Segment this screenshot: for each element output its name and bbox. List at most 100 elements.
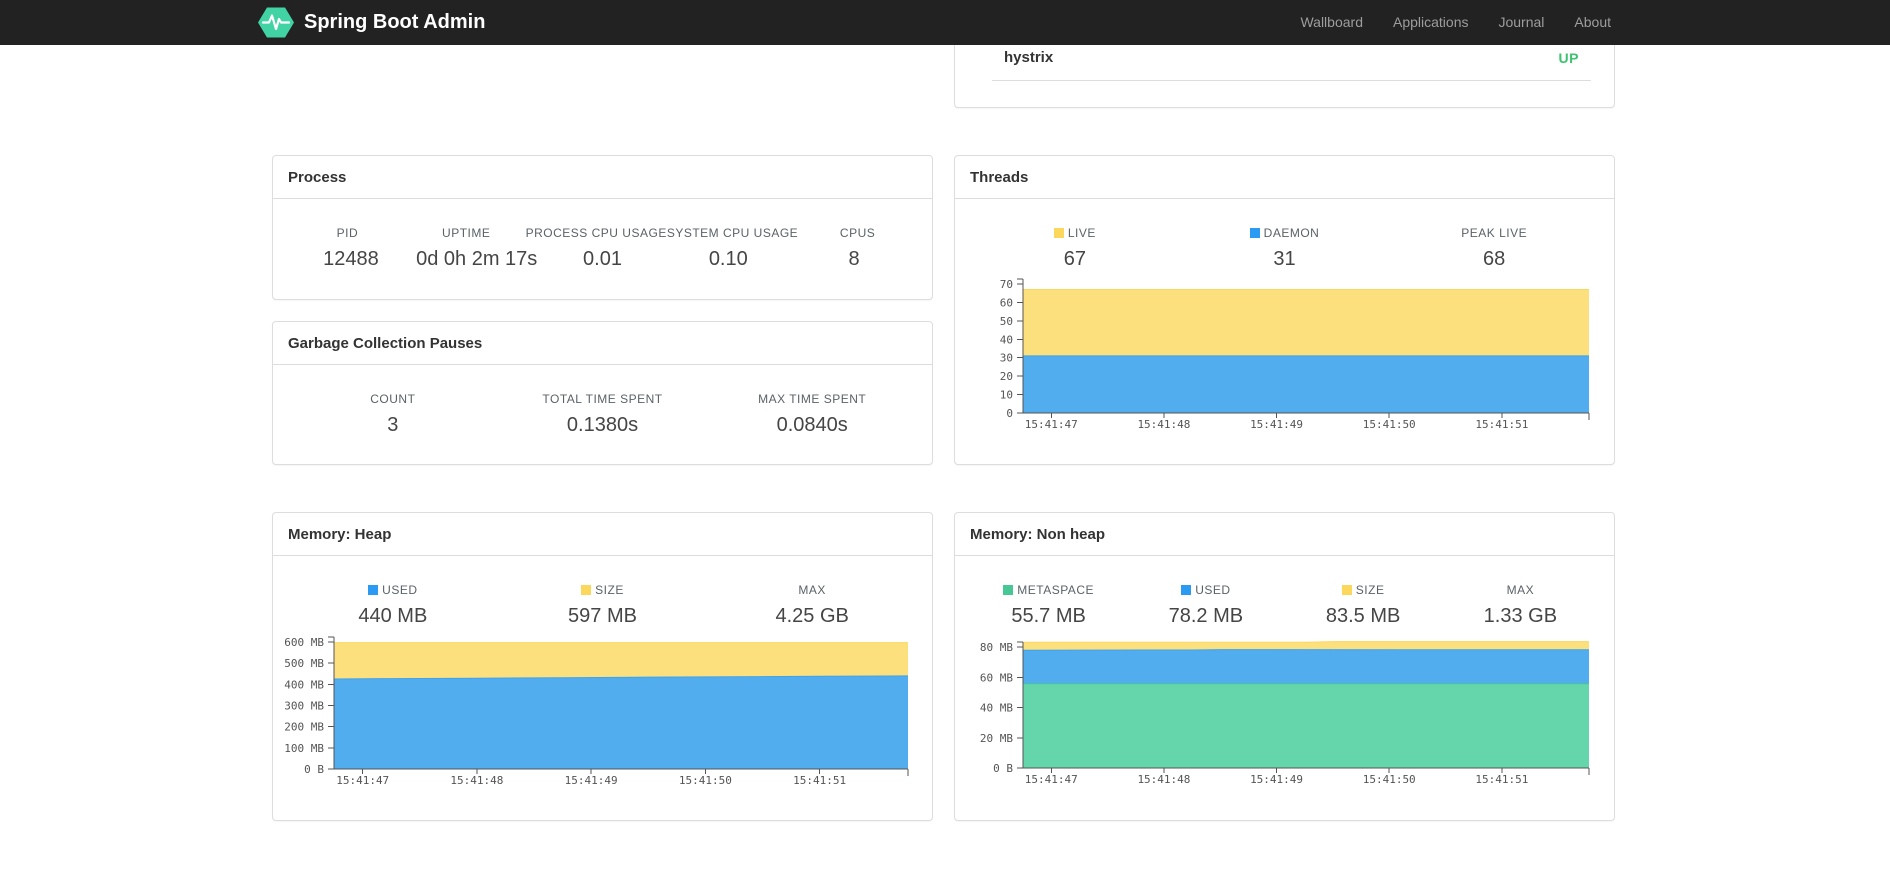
svg-text:15:41:51: 15:41:51 xyxy=(1475,773,1528,786)
metric-label-process-cpu: PROCESS CPU USAGE xyxy=(525,226,667,240)
svg-text:15:41:49: 15:41:49 xyxy=(565,774,618,787)
metaspace-swatch xyxy=(1003,585,1014,595)
metric-value-gc-count: 3 xyxy=(387,414,399,436)
status-badge: UP xyxy=(1558,49,1579,66)
metric-value-uptime: 0d 0h 2m 17s xyxy=(416,248,538,270)
legend-heap-max: MAX xyxy=(798,583,826,597)
spring-boot-admin-page: Spring Boot Admin Wallboard Applications… xyxy=(0,0,1890,892)
process-values: 12488 0d 0h 2m 17s 0.01 0.10 8 xyxy=(288,248,917,271)
brand[interactable]: Spring Boot Admin xyxy=(258,0,485,45)
gc-values: 3 0.1380s 0.0840s xyxy=(288,414,917,437)
legend-nonheap-used-label: USED xyxy=(1195,583,1231,597)
svg-text:15:41:47: 15:41:47 xyxy=(1025,773,1078,786)
svg-text:15:41:49: 15:41:49 xyxy=(1250,418,1303,431)
nonheap-chart: 0 B 20 MB 40 MB 60 MB 80 MB 15:41:47 15:41:48 1… xyxy=(980,641,1590,786)
svg-text:400 MB: 400 MB xyxy=(284,678,324,691)
heap-values: 440 MB 597 MB 4.25 GB xyxy=(288,605,917,628)
metric-value-heap-used: 440 MB xyxy=(358,605,428,627)
metric-value-pid: 12488 xyxy=(323,248,379,270)
svg-text:500 MB: 500 MB xyxy=(284,657,324,670)
svg-text:0 B: 0 B xyxy=(993,762,1013,775)
svg-text:15:41:47: 15:41:47 xyxy=(336,774,389,787)
svg-text:0: 0 xyxy=(1006,407,1013,420)
legend-nonheap-size: SIZE xyxy=(1285,583,1442,597)
process-panel: Process PID UPTIME PROCESS CPU USAGE SYS… xyxy=(272,155,933,300)
svg-text:200 MB: 200 MB xyxy=(284,721,324,734)
legend-heap-size: SIZE xyxy=(498,583,708,597)
process-panel-title: Process xyxy=(273,156,932,199)
nav-item-applications[interactable]: Applications xyxy=(1378,0,1484,45)
metric-value-live: 67 xyxy=(1063,248,1086,270)
svg-text:70: 70 xyxy=(1000,278,1013,291)
svg-text:15:41:51: 15:41:51 xyxy=(793,774,846,787)
threads-chart: 0 10 20 30 40 50 60 70 15:41:47 15:41:48 15:41:49 1… xyxy=(1000,278,1590,431)
metric-value-heap-size: 597 MB xyxy=(568,605,637,627)
legend-live: LIVE xyxy=(970,226,1180,240)
legend-nonheap-used: USED xyxy=(1127,583,1284,597)
svg-text:15:41:48: 15:41:48 xyxy=(1137,418,1190,431)
metric-value-nonheap-max: 1.33 GB xyxy=(1483,605,1558,627)
live-swatch xyxy=(1053,228,1064,238)
legend-heap-used-label: USED xyxy=(382,583,418,597)
nav-item-wallboard[interactable]: Wallboard xyxy=(1285,0,1378,45)
svg-text:50: 50 xyxy=(1000,315,1013,328)
heap-legend: USED SIZE MAX xyxy=(288,583,917,597)
metric-label-uptime: UPTIME xyxy=(442,226,491,240)
svg-text:40: 40 xyxy=(1000,333,1013,346)
heap-panel-title: Memory: Heap xyxy=(273,513,932,556)
legend-nonheap-max: MAX xyxy=(1506,583,1535,597)
metric-value-nonheap-size: 83.5 MB xyxy=(1325,605,1401,627)
threads-values: 67 31 68 xyxy=(970,248,1599,271)
svg-text:600 MB: 600 MB xyxy=(284,636,324,649)
gc-pauses-panel: Garbage Collection Pauses COUNT TOTAL TI… xyxy=(272,321,933,465)
svg-text:15:41:50: 15:41:50 xyxy=(679,774,732,787)
metric-value-system-cpu: 0.10 xyxy=(708,248,748,270)
svg-text:20 MB: 20 MB xyxy=(980,732,1013,745)
threads-panel-title: Threads xyxy=(955,156,1614,199)
pulse-logo-icon xyxy=(258,7,294,38)
heap-chart: 0 B 100 MB 200 MB 300 MB 400 MB 500 MB 600 MB 1… xyxy=(284,636,909,787)
legend-nonheap-size-label: SIZE xyxy=(1355,583,1385,597)
nonheap-values: 55.7 MB 78.2 MB 83.5 MB 1.33 GB xyxy=(970,605,1599,628)
svg-text:60: 60 xyxy=(1000,296,1013,309)
svg-text:15:41:51: 15:41:51 xyxy=(1475,418,1528,431)
metric-value-cpus: 8 xyxy=(848,248,860,270)
navbar: Spring Boot Admin Wallboard Applications… xyxy=(0,0,1890,45)
svg-text:10: 10 xyxy=(1000,389,1013,402)
metric-label-gc-max: MAX TIME SPENT xyxy=(758,392,867,406)
legend-peak-live: PEAK LIVE xyxy=(1461,226,1528,240)
svg-text:30: 30 xyxy=(1000,352,1013,365)
metric-value-metaspace: 55.7 MB xyxy=(1011,605,1086,627)
nav-item-about[interactable]: About xyxy=(1559,0,1626,45)
legend-daemon-label: DAEMON xyxy=(1263,226,1320,240)
nonheap-size-swatch xyxy=(1341,585,1352,595)
metric-value-peak-live: 68 xyxy=(1483,248,1506,270)
metric-value-nonheap-used: 78.2 MB xyxy=(1168,605,1244,627)
svg-text:15:41:48: 15:41:48 xyxy=(450,774,503,787)
nonheap-panel-title: Memory: Non heap xyxy=(955,513,1614,556)
nonheap-chart-container: 0 B 20 MB 40 MB 60 MB 80 MB 15:41:47 15:41:48 1… xyxy=(955,636,1614,798)
svg-text:15:41:48: 15:41:48 xyxy=(1137,773,1190,786)
legend-daemon: DAEMON xyxy=(1180,226,1390,240)
svg-text:20: 20 xyxy=(1000,370,1013,383)
svg-text:300 MB: 300 MB xyxy=(284,700,324,713)
metric-label-system-cpu: SYSTEM CPU USAGE xyxy=(666,226,799,240)
legend-heap-size-label: SIZE xyxy=(595,583,624,597)
legend-metaspace-label: METASPACE xyxy=(1017,583,1094,597)
metric-label-pid: PID xyxy=(336,226,359,240)
metric-value-process-cpu: 0.01 xyxy=(583,248,622,270)
application-status-row[interactable]: hystrix UP xyxy=(992,39,1591,81)
brand-title: Spring Boot Admin xyxy=(304,11,486,33)
heap-size-swatch xyxy=(581,585,592,595)
nonheap-used-swatch xyxy=(1181,585,1192,595)
metric-label-gc-count: COUNT xyxy=(370,392,416,406)
threads-panel: Threads LIVE DAEMON PEAK LIVE 67 31 68 0… xyxy=(954,155,1615,465)
metric-value-gc-max: 0.0840s xyxy=(776,414,848,436)
svg-text:60 MB: 60 MB xyxy=(980,671,1013,684)
svg-text:0 B: 0 B xyxy=(304,763,324,776)
heap-used-swatch xyxy=(368,585,379,595)
threads-legend: LIVE DAEMON PEAK LIVE xyxy=(970,226,1599,240)
nav-item-journal[interactable]: Journal xyxy=(1483,0,1559,45)
svg-text:15:41:47: 15:41:47 xyxy=(1025,418,1078,431)
metric-value-heap-max: 4.25 GB xyxy=(775,605,849,627)
